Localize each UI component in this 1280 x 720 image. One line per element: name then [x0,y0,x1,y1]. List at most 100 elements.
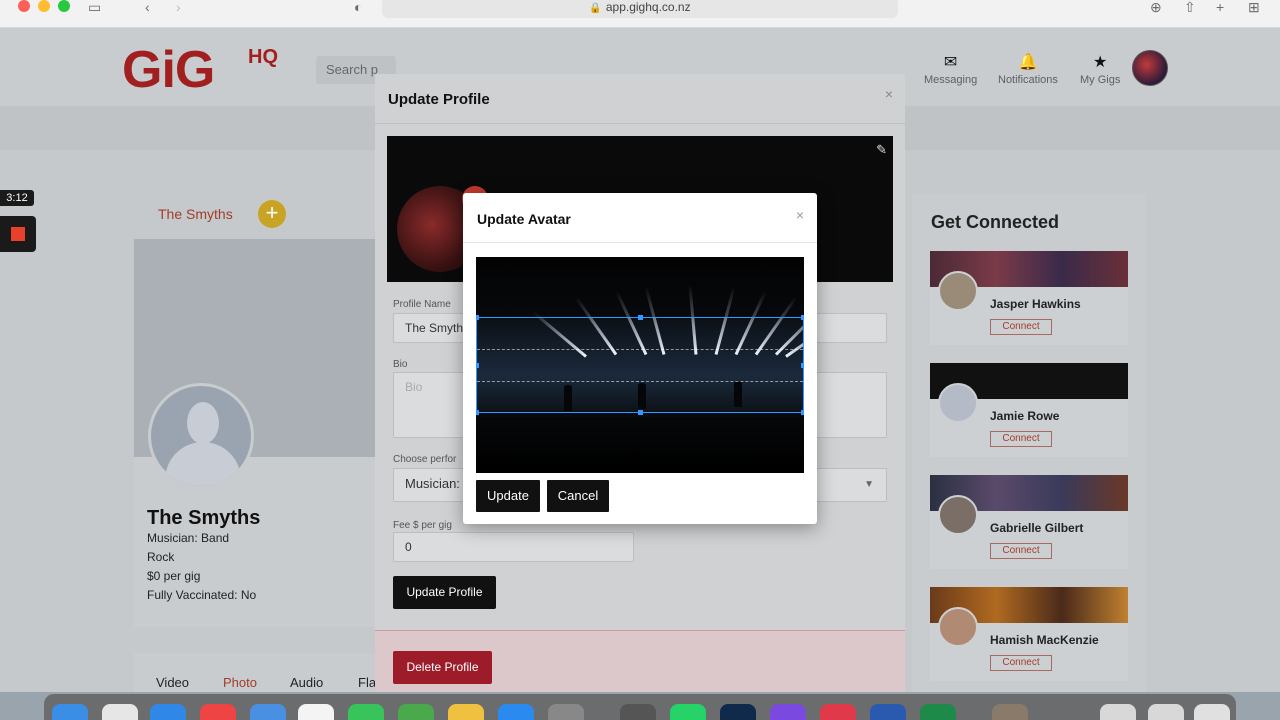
connect-button[interactable]: Connect [990,431,1052,447]
chevron-down-icon: ▼ [864,479,874,490]
update-avatar-modal: Update Avatar × Update Cancel [463,193,817,524]
document-icon[interactable] [1148,704,1184,720]
profile-avatar [148,383,254,489]
messages-icon[interactable] [348,704,384,720]
avatar-placeholder-head [187,402,219,444]
close-icon[interactable]: × [885,86,893,102]
site-logo[interactable]: GiG [122,40,215,100]
tab-audio[interactable]: Audio [290,675,323,690]
get-connected-panel: Get Connected Jasper Hawkins Connect Jam… [912,194,1146,692]
crop-guide-line [477,349,803,350]
nav-notifications[interactable]: 🔔 Notifications [998,52,1058,86]
cancel-button[interactable]: Cancel [547,480,609,512]
star-icon: ★ [1093,54,1108,71]
delete-profile-button[interactable]: Delete Profile [393,651,492,684]
share-icon[interactable]: ⇧ [1184,0,1196,14]
profile-genre: Rock [147,550,175,564]
system-preferences-icon[interactable] [548,704,584,720]
crowd-silhouette [476,417,804,473]
nav-my-gigs[interactable]: ★ My Gigs [1080,52,1120,86]
profile-fee: $0 per gig [147,569,201,583]
launchpad-icon[interactable] [102,704,138,720]
document-icon[interactable] [1100,704,1136,720]
connect-card: Gabrielle Gilbert Connect [930,475,1128,569]
stop-icon [11,227,25,241]
excel-icon[interactable] [920,704,956,720]
crop-handle[interactable] [801,315,804,320]
connect-card-avatar [938,383,978,423]
fee-field[interactable]: 0 [393,532,634,562]
crop-selection-box[interactable] [476,315,804,415]
photos-icon[interactable] [448,704,484,720]
new-tab-icon[interactable]: + [1216,0,1224,14]
minimize-window-button[interactable] [38,0,50,12]
bio-label: Bio [393,359,408,370]
close-window-button[interactable] [18,0,30,12]
sidebar-icon[interactable]: ▭ [88,0,101,14]
user-avatar[interactable] [1132,50,1168,86]
trash-icon[interactable] [1194,704,1230,720]
update-profile-header: Update Profile × [375,74,905,124]
app-icon[interactable] [620,704,656,720]
update-profile-button[interactable]: Update Profile [393,576,496,609]
calendar-icon[interactable] [298,704,334,720]
address-bar[interactable]: 🔒 app.gighq.co.nz [382,0,898,18]
safari-icon[interactable] [150,704,186,720]
photoshop-icon[interactable] [720,704,756,720]
profile-name-label: Profile Name [393,299,451,310]
connect-card: Hamish MacKenzie Connect [930,587,1128,681]
back-icon[interactable]: ‹ [145,0,150,14]
profile-card: The Smyths Musician: Band Rock $0 per gi… [134,239,384,627]
crop-handle[interactable] [801,410,804,415]
connect-card-avatar [938,607,978,647]
tab-overview-icon[interactable]: ⊞ [1248,0,1260,14]
fee-label: Fee $ per gig [393,520,452,531]
app-icon[interactable] [770,704,806,720]
chrome-icon[interactable] [200,704,236,720]
connect-button[interactable]: Connect [990,655,1052,671]
word-icon[interactable] [870,704,906,720]
stop-recording-button[interactable] [0,216,36,252]
nav-messaging[interactable]: ✉ Messaging [924,52,977,86]
tab-photo[interactable]: Photo [223,675,257,690]
band-link[interactable]: The Smyths [158,206,233,222]
pencil-icon[interactable]: ✎ [876,142,887,158]
connect-card-name: Jamie Rowe [990,409,1060,423]
crop-handle[interactable] [476,410,479,415]
download-icon[interactable]: ⊕ [1150,0,1162,14]
nav-messaging-label: Messaging [924,74,978,86]
nav-notifications-label: Notifications [998,74,1058,86]
app-store-icon[interactable] [498,704,534,720]
profile-vaccinated: Fully Vaccinated: No [147,588,257,602]
perform-type-label: Choose perfor [393,454,457,465]
add-profile-button[interactable]: + [258,200,286,228]
connect-card-name: Jasper Hawkins [990,297,1081,311]
nav-my-gigs-label: My Gigs [1080,74,1121,86]
maps-icon[interactable] [398,704,434,720]
mail-icon[interactable] [250,704,286,720]
forward-icon[interactable]: › [176,0,181,14]
browser-toolbar: ▭ ‹ › ◐ 🔒 app.gighq.co.nz ⊕ ⇧ + ⊞ [0,0,1280,28]
app-icon[interactable] [820,704,856,720]
crop-guide-line [477,381,803,382]
crop-handle[interactable] [638,410,643,415]
connect-card-name: Hamish MacKenzie [990,633,1099,647]
crop-handle[interactable] [476,315,479,320]
close-icon[interactable]: × [796,207,804,223]
folder-icon[interactable] [992,704,1028,720]
tab-video[interactable]: Video [156,675,189,690]
envelope-icon: ✉ [943,54,958,71]
crop-handle[interactable] [638,315,643,320]
crop-handle[interactable] [801,363,804,368]
connect-button[interactable]: Connect [990,319,1052,335]
whatsapp-icon[interactable] [670,704,706,720]
connect-card-avatar [938,495,978,535]
update-avatar-button[interactable]: Update [476,480,540,512]
finder-icon[interactable] [52,704,88,720]
lock-icon: 🔒 [589,3,602,14]
crop-handle[interactable] [476,363,479,368]
perform-type-value: Musician: [405,476,460,491]
zoom-window-button[interactable] [58,0,70,12]
connect-button[interactable]: Connect [990,543,1052,559]
avatar-crop-area[interactable] [476,257,804,473]
